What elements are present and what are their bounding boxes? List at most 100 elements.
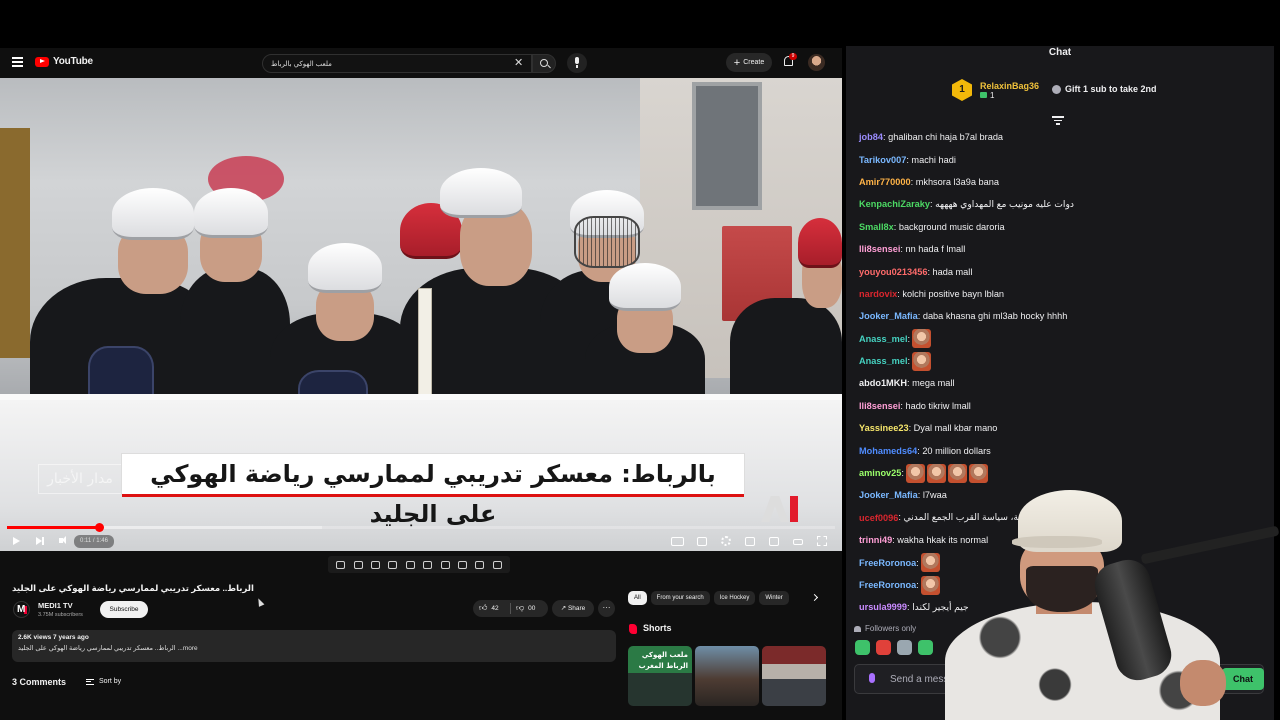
like-dislike-group: 👍︎ 42 👎︎ 00 [473, 600, 548, 617]
mouse-cursor [255, 597, 265, 607]
short-thumbnail-label: ملعب الهوكي الرباط المغرب [638, 651, 688, 670]
chat-send-button[interactable]: Chat [1222, 668, 1264, 690]
like-button[interactable]: 👍︎ 42 [479, 604, 499, 612]
chip-all[interactable]: All [628, 591, 647, 605]
camera-icon[interactable] [475, 560, 485, 569]
chevron-right-icon[interactable] [810, 593, 819, 602]
chat-username[interactable]: Jooker_Mafia [859, 311, 918, 321]
chat-message: KenpachiZaraky: دوات عليه مونيب مع المهد… [859, 193, 1269, 215]
next-icon[interactable] [36, 537, 44, 545]
create-button[interactable]: + Create [726, 53, 772, 72]
chat-username[interactable]: Yassinee23 [859, 423, 909, 433]
emote-icon[interactable] [897, 640, 912, 655]
more-actions-button[interactable]: ··· [598, 600, 615, 617]
voice-search-button[interactable] [567, 53, 587, 73]
chip-from-your-search[interactable]: From your search [650, 591, 710, 605]
short-thumbnail[interactable] [762, 646, 826, 706]
chat-message-text: : kolchi positive bayn lblan [897, 288, 1005, 299]
chat-username[interactable]: job84 [859, 132, 883, 142]
share-button[interactable]: ↗ Share [552, 600, 594, 617]
dislike-button[interactable]: 👎︎ 00 [516, 604, 535, 612]
chat-username[interactable]: youyou0213456 [859, 267, 927, 277]
emote-icon[interactable] [918, 640, 933, 655]
followers-only-indicator: Followers only [854, 624, 916, 633]
youtube-window: YouTube ملعب الهوكي بالرباط ✕ +Create 9 [0, 48, 842, 720]
chat-username[interactable]: FreeRoronoa [859, 580, 916, 590]
chat-username[interactable]: FreeRoronoa [859, 558, 916, 568]
play-icon[interactable] [13, 537, 20, 545]
popout-icon[interactable] [457, 560, 467, 569]
account-avatar[interactable] [808, 54, 825, 71]
playlist-icon[interactable] [388, 560, 398, 569]
miniplayer-icon[interactable] [745, 537, 755, 546]
loop-icon[interactable] [336, 560, 346, 569]
webcam-streamer-beard [1026, 566, 1098, 612]
chat-username[interactable]: Tarikov007 [859, 155, 906, 165]
chat-username[interactable]: lli8sensei [859, 244, 900, 254]
search-button[interactable] [532, 54, 556, 73]
pip-icon[interactable] [769, 537, 779, 546]
clear-search-icon[interactable]: ✕ [514, 56, 523, 69]
subscribe-button[interactable]: Subscribe [100, 601, 148, 618]
extension-toolbar [328, 556, 510, 573]
chat-username[interactable]: aminov25 [859, 468, 901, 478]
extension-settings-icon[interactable] [492, 560, 502, 569]
chat-username[interactable]: lli8sensei [859, 401, 900, 411]
short-thumbnail[interactable]: ملعب الهوكي الرباط المغرب [628, 646, 692, 706]
screenshot-icon[interactable] [371, 560, 381, 569]
followers-only-label: Followers only [865, 624, 917, 633]
search-input[interactable]: ملعب الهوكي بالرباط [262, 54, 532, 73]
chat-username[interactable]: Mohameds64 [859, 446, 917, 456]
sort-button[interactable]: Sort by [86, 678, 121, 685]
audio-icon[interactable] [353, 560, 363, 569]
scene-window [692, 82, 762, 210]
chat-username[interactable]: Anass_mel [859, 334, 908, 344]
chat-username[interactable]: Amir770000 [859, 177, 911, 187]
menu-icon[interactable] [12, 57, 23, 67]
channel-avatar[interactable] [13, 601, 30, 618]
settings-icon[interactable] [721, 536, 731, 546]
description-box[interactable]: 2.6K views 7 years ago الرباط.. معسكر تد… [12, 630, 616, 662]
emote-icon[interactable] [876, 640, 891, 655]
leaderboard-top-gifter[interactable]: 1 RelaxinBag36 1 [952, 79, 1039, 101]
progress-bar[interactable] [7, 523, 835, 532]
chat-username[interactable]: KenpachiZaraky [859, 199, 930, 209]
scrub-handle[interactable] [94, 523, 104, 532]
like-count: 42 [491, 604, 499, 612]
player-controls: 0:11 / 1:46 [0, 532, 842, 551]
chat-message: Jooker_Mafia: daba khasna ghi ml3ab hock… [859, 305, 1269, 327]
chat-username[interactable]: nardovix [859, 289, 897, 299]
chip-winter[interactable]: Winter [759, 591, 789, 605]
chat-username[interactable]: Small8x [859, 222, 894, 232]
share-label: Share [567, 605, 586, 612]
fullscreen-icon[interactable] [817, 536, 827, 546]
chat-message-text: : Dyal mall kbar mano [908, 423, 998, 434]
gift-sub-button[interactable]: Gift 1 sub to take 2nd [1052, 84, 1157, 94]
video-player[interactable]: مدار الأخبار بالرباط: معسكر تدريبي لممار… [0, 78, 842, 551]
played-bar [7, 526, 99, 529]
chat-emote-icon [905, 463, 925, 483]
autoplay-toggle-icon[interactable] [671, 537, 684, 546]
chat-username[interactable]: abdo1MKH [859, 378, 907, 388]
chat-message-text: : mega mall [906, 378, 955, 389]
chat-emote-icon [968, 463, 988, 483]
volume-icon[interactable] [59, 536, 66, 544]
window-icon[interactable] [423, 560, 433, 569]
resize-icon[interactable] [405, 560, 415, 569]
speed-icon[interactable] [440, 560, 450, 569]
chip-ice-hockey[interactable]: Ice Hockey [713, 591, 756, 605]
chat-username[interactable]: Jooker_Mafia [859, 490, 918, 500]
subtitles-icon[interactable] [697, 537, 707, 546]
chat-username[interactable]: ucef0096 [859, 513, 898, 523]
chat-username[interactable]: Anass_mel [859, 356, 908, 366]
microphone-icon[interactable] [869, 673, 875, 683]
chat-username[interactable]: trinni49 [859, 535, 892, 545]
channel-name[interactable]: MEDI1 TV [38, 601, 73, 610]
collapse-leaderboard-icon[interactable] [1052, 116, 1064, 125]
gift-sub-label: Gift 1 sub to take 2nd [1065, 84, 1157, 94]
youtube-logo[interactable]: YouTube [35, 56, 93, 67]
chat-username[interactable]: ursula9999 [859, 602, 907, 612]
short-thumbnail[interactable] [695, 646, 759, 706]
theater-mode-icon[interactable] [793, 539, 803, 545]
emote-icon[interactable] [855, 640, 870, 655]
